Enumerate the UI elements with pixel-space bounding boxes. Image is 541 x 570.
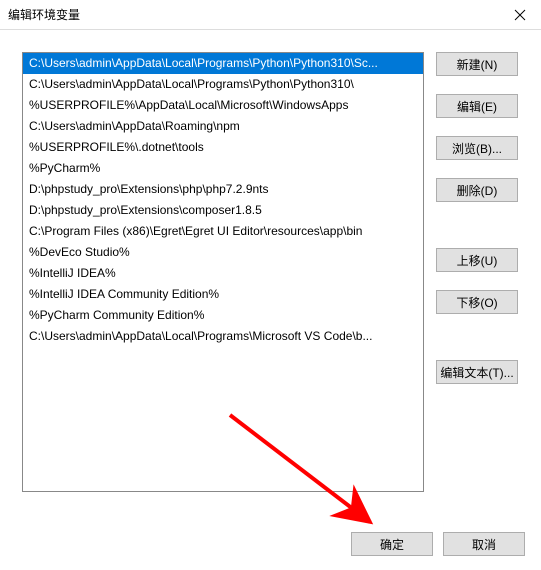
path-item[interactable]: %PyCharm Community Edition% <box>23 305 423 326</box>
move-down-button[interactable]: 下移(O) <box>436 290 518 314</box>
path-item[interactable]: C:\Users\admin\AppData\Local\Programs\Py… <box>23 53 423 74</box>
path-item[interactable]: C:\Users\admin\AppData\Local\Programs\Mi… <box>23 326 423 347</box>
edit-text-button[interactable]: 编辑文本(T)... <box>436 360 518 384</box>
path-listbox[interactable]: C:\Users\admin\AppData\Local\Programs\Py… <box>22 52 424 492</box>
path-item[interactable]: %DevEco Studio% <box>23 242 423 263</box>
path-item[interactable]: %IntelliJ IDEA% <box>23 263 423 284</box>
path-item[interactable]: %IntelliJ IDEA Community Edition% <box>23 284 423 305</box>
close-button[interactable] <box>499 0 541 30</box>
close-icon <box>514 9 526 21</box>
new-button[interactable]: 新建(N) <box>436 52 518 76</box>
side-buttons: 新建(N) 编辑(E) 浏览(B)... 删除(D) 上移(U) 下移(O) 编… <box>436 52 518 492</box>
path-item[interactable]: D:\phpstudy_pro\Extensions\composer1.8.5 <box>23 200 423 221</box>
dialog-title: 编辑环境变量 <box>8 6 80 23</box>
content-area: C:\Users\admin\AppData\Local\Programs\Py… <box>0 30 541 570</box>
cancel-button[interactable]: 取消 <box>443 532 525 556</box>
delete-button[interactable]: 删除(D) <box>436 178 518 202</box>
path-item[interactable]: %USERPROFILE%\.dotnet\tools <box>23 137 423 158</box>
ok-button[interactable]: 确定 <box>351 532 433 556</box>
browse-button[interactable]: 浏览(B)... <box>436 136 518 160</box>
path-item[interactable]: C:\Program Files (x86)\Egret\Egret UI Ed… <box>23 221 423 242</box>
edit-button[interactable]: 编辑(E) <box>436 94 518 118</box>
path-item[interactable]: %PyCharm% <box>23 158 423 179</box>
path-item[interactable]: C:\Users\admin\AppData\Roaming\npm <box>23 116 423 137</box>
titlebar: 编辑环境变量 <box>0 0 541 30</box>
move-up-button[interactable]: 上移(U) <box>436 248 518 272</box>
path-item[interactable]: D:\phpstudy_pro\Extensions\php\php7.2.9n… <box>23 179 423 200</box>
path-item[interactable]: C:\Users\admin\AppData\Local\Programs\Py… <box>23 74 423 95</box>
path-item[interactable]: %USERPROFILE%\AppData\Local\Microsoft\Wi… <box>23 95 423 116</box>
footer-buttons: 确定 取消 <box>351 532 525 556</box>
